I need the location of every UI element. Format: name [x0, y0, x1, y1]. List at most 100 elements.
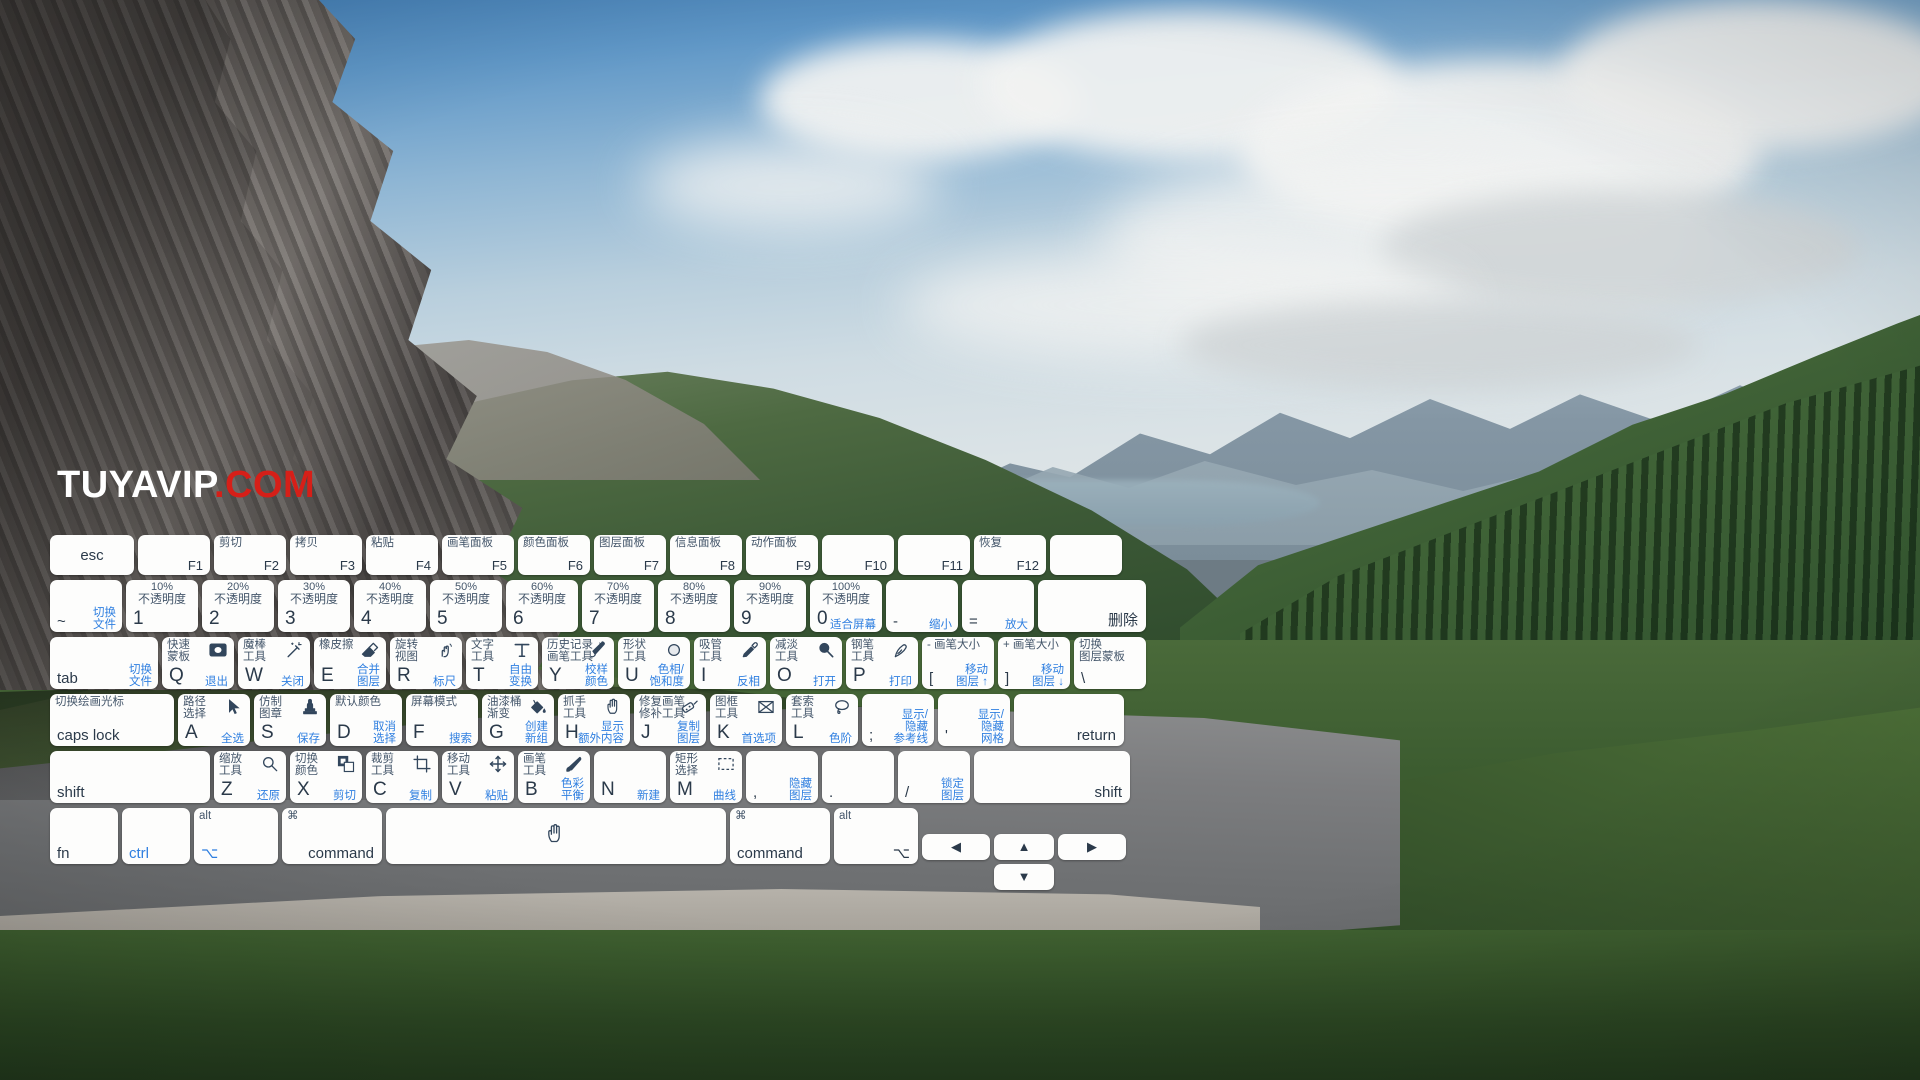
marquee-tool-icon — [715, 754, 737, 774]
key-fn-key[interactable]: F1 — [138, 535, 210, 575]
key-legend: shift — [1094, 784, 1122, 801]
key-top-label: 动作面板 — [751, 537, 797, 549]
key-fn-k12[interactable]: 恢复 F12 — [974, 535, 1046, 575]
key-a-s[interactable]: 仿制 图章 保存 S — [254, 694, 326, 746]
key-fn-key[interactable] — [1050, 535, 1122, 575]
key-fn-k9[interactable]: 动作面板 F9 — [746, 535, 818, 575]
key-num-k11[interactable]: 缩小 - — [886, 580, 958, 632]
key-top-label: 颜色面板 — [523, 537, 569, 549]
key-top-label: 恢复 — [979, 537, 1002, 549]
key-a-k10[interactable]: 显示/隐藏 参考线; — [862, 694, 934, 746]
arrow-up-key[interactable]: ▲ — [994, 834, 1054, 860]
key-q-u[interactable]: 形状 工具 色相/饱和度 U — [618, 637, 690, 689]
key-fn-esc[interactable]: esc — [50, 535, 134, 575]
key-a-g[interactable]: 油漆桶 渐变 创建 新组 G — [482, 694, 554, 746]
key-q-tab[interactable]: 切换 文件 tab — [50, 637, 158, 689]
key-z-n[interactable]: 新建 N — [594, 751, 666, 803]
key-fn-k7[interactable]: 图层面板 F7 — [594, 535, 666, 575]
key-z-z[interactable]: 缩放 工具 还原 Z — [214, 751, 286, 803]
arrow-right-key[interactable]: ▶ — [1058, 834, 1126, 860]
key-mod-command[interactable]: ⌘ command — [730, 808, 830, 864]
key-function-label: F12 — [1016, 558, 1039, 573]
key-num-9[interactable]: 90% 不透明度 9 — [734, 580, 806, 632]
key-legend: Y — [549, 665, 562, 686]
key-z-b[interactable]: 画笔 工具 色彩 平衡 B — [518, 751, 590, 803]
key-mod-command[interactable]: ⌘ command — [282, 808, 382, 864]
key-fn-k2[interactable]: 剪切 F2 — [214, 535, 286, 575]
key-mod-fn[interactable]: fn — [50, 808, 118, 864]
key-num-k0[interactable]: 切换 文件 ~ — [50, 580, 122, 632]
key-a-a[interactable]: 路径 选择 全选 A — [178, 694, 250, 746]
key-z-k10[interactable]: 锁定 图层 / — [898, 751, 970, 803]
key-q-i[interactable]: 吸管 工具 反相 I — [694, 637, 766, 689]
key-num-8[interactable]: 80% 不透明度 8 — [658, 580, 730, 632]
key-fn-key[interactable]: F10 — [822, 535, 894, 575]
key-q-k12[interactable]: + 画笔大小 移动 图层 ↓] — [998, 637, 1070, 689]
key-legend: R — [397, 665, 411, 686]
key-q-r[interactable]: 旋转 视图 标尺 R — [390, 637, 462, 689]
key-a-k11[interactable]: 显示/隐藏 网格 ' — [938, 694, 1010, 746]
key-q-y[interactable]: 历史记录 画笔工具 校样 颜色 Y — [542, 637, 614, 689]
key-top-label: 形状 工具 — [623, 639, 646, 663]
key-mod-k6[interactable]: alt ⌥ — [834, 808, 918, 864]
zoom-tool-icon — [259, 754, 281, 774]
key-top-label: - 画笔大小 — [927, 639, 981, 651]
key-z-x[interactable]: 切换 颜色 剪切 X — [290, 751, 362, 803]
key-z-k8[interactable]: 隐藏 图层, — [746, 751, 818, 803]
key-num-4[interactable]: 40% 不透明度 4 — [354, 580, 426, 632]
key-q-o[interactable]: 减淡 工具 打开 O — [770, 637, 842, 689]
key-q-k11[interactable]: - 画笔大小 移动 图层 ↑ [ — [922, 637, 994, 689]
dodge-tool-icon — [815, 640, 837, 660]
key-num-k12[interactable]: 放大 = — [962, 580, 1034, 632]
key-fn-k3[interactable]: 拷贝 F3 — [290, 535, 362, 575]
key-a-capslock[interactable]: 切换绘画光标 caps lock — [50, 694, 174, 746]
key-z-shift[interactable]: shift — [50, 751, 210, 803]
key-mod-k2[interactable]: alt ⌥ — [194, 808, 278, 864]
key-fn-k5[interactable]: 画笔面板 F5 — [442, 535, 514, 575]
arrow-left-key[interactable]: ◀ — [922, 834, 990, 860]
key-num-2[interactable]: 20% 不透明度 2 — [202, 580, 274, 632]
key-legend: Q — [169, 665, 184, 686]
key-sub-label: 不透明度 — [213, 592, 262, 606]
key-z-k9[interactable]: . — [822, 751, 894, 803]
key-a-j[interactable]: 修复画笔 修补工具 复制 图层 J — [634, 694, 706, 746]
key-fn-k8[interactable]: 信息面板 F8 — [670, 535, 742, 575]
key-num-7[interactable]: 70% 不透明度 7 — [582, 580, 654, 632]
keyboard-row-shift: shift 缩放 工具 还原 Z 切换 颜色 剪切 X 裁剪 工具 复制 C 移动 工具 粘贴 V 画笔 工具 色彩平… — [50, 751, 1130, 803]
key-legend: , — [753, 784, 758, 801]
key-q-e[interactable]: 橡皮擦 合并 图层 E — [314, 637, 386, 689]
key-q-w[interactable]: 魔棒 工具 关闭 W — [238, 637, 310, 689]
key-top-label: alt — [199, 810, 212, 822]
key-q-q[interactable]: 快速 蒙板 退出 Q — [162, 637, 234, 689]
pen-tool-icon — [891, 640, 913, 660]
key-num-6[interactable]: 60% 不透明度 6 — [506, 580, 578, 632]
key-top-label: 移动 工具 — [447, 753, 470, 777]
key-q-p[interactable]: 钢笔 工具 打印 P — [846, 637, 918, 689]
key-num-3[interactable]: 30% 不透明度 3 — [278, 580, 350, 632]
key-fn-key[interactable]: F11 — [898, 535, 970, 575]
key-z-shift[interactable]: shift — [974, 751, 1130, 803]
arrow-down-key[interactable]: ▼ — [994, 864, 1054, 890]
key-a-return[interactable]: return — [1014, 694, 1124, 746]
key-a-h[interactable]: 抓手 工具 显示 额外内容 H — [558, 694, 630, 746]
key-num-1[interactable]: 10% 不透明度 1 — [126, 580, 198, 632]
key-mod-key[interactable] — [386, 808, 726, 864]
key-z-c[interactable]: 裁剪 工具 复制 C — [366, 751, 438, 803]
key-legend: A — [185, 722, 198, 743]
key-num-0[interactable]: 100% 不透明度 适合屏幕 0 — [810, 580, 882, 632]
key-num-5[interactable]: 50% 不透明度 5 — [430, 580, 502, 632]
key-legend: C — [373, 779, 387, 800]
key-z-m[interactable]: 矩形 选择 曲线 M — [670, 751, 742, 803]
key-fn-k4[interactable]: 粘贴 F4 — [366, 535, 438, 575]
key-q-k13[interactable]: 切换 图层蒙板 \ — [1074, 637, 1146, 689]
key-mod-ctrl[interactable]: ctrl — [122, 808, 190, 864]
key-a-l[interactable]: 套索 工具 色阶 L — [786, 694, 858, 746]
key-a-k[interactable]: 图框 工具 首选项 K — [710, 694, 782, 746]
key-q-t[interactable]: 文字 工具 自由 变换 T — [466, 637, 538, 689]
key-fn-k6[interactable]: 颜色面板 F6 — [518, 535, 590, 575]
key-a-d[interactable]: 默认颜色 取消 选择 D — [330, 694, 402, 746]
key-a-f[interactable]: 屏幕模式 搜索 F — [406, 694, 478, 746]
key-num-k13[interactable]: 删除 — [1038, 580, 1146, 632]
key-z-v[interactable]: 移动 工具 粘贴 V — [442, 751, 514, 803]
key-legend: K — [717, 722, 730, 743]
